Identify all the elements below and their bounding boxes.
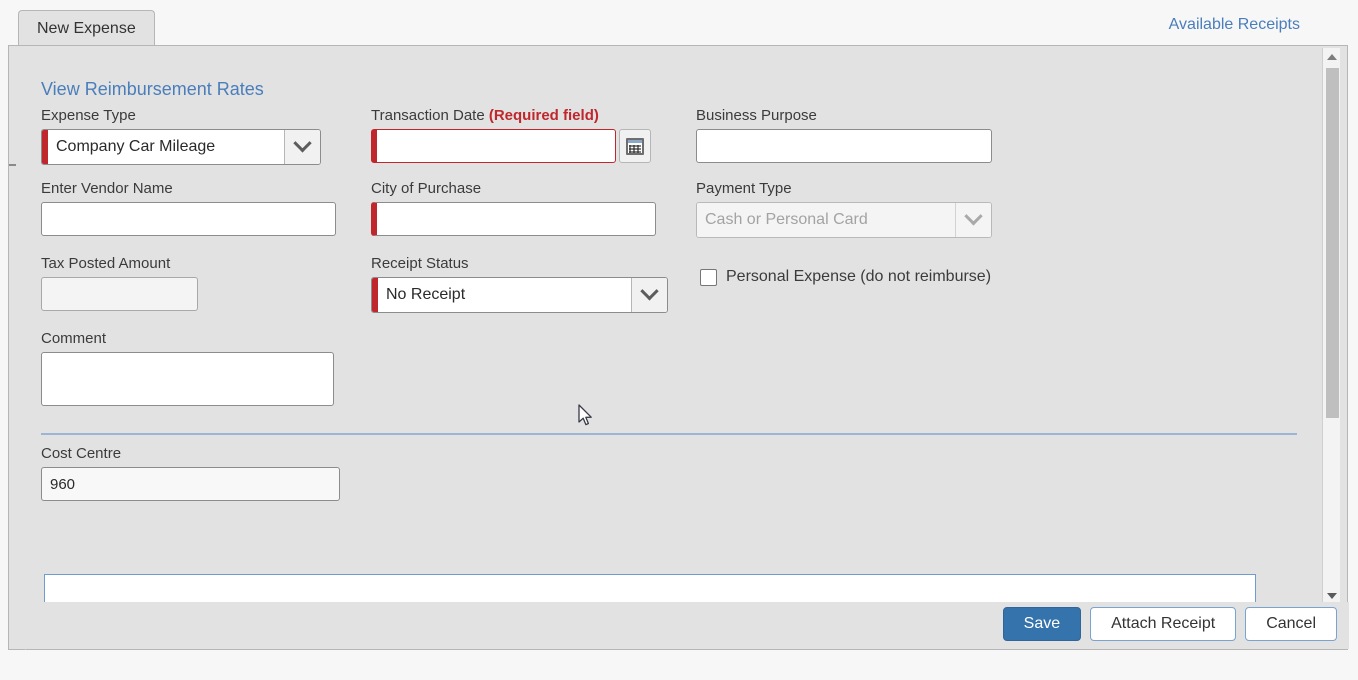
field-expense-type: Expense Type Company Car Mileage bbox=[41, 107, 321, 165]
payment-type-value: Cash or Personal Card bbox=[697, 203, 955, 237]
vehicle-details-section: Vehicle Registration Odometer/Start Read… bbox=[44, 574, 1256, 603]
expense-type-value: Company Car Mileage bbox=[48, 130, 284, 164]
tab-strip: New Expense Available Receipts bbox=[0, 0, 1358, 46]
field-cost-centre: Cost Centre bbox=[41, 445, 351, 501]
business-purpose-label: Business Purpose bbox=[696, 107, 817, 124]
cost-centre-input[interactable] bbox=[41, 467, 340, 501]
chevron-down-icon[interactable] bbox=[631, 278, 667, 312]
expense-type-select[interactable]: Company Car Mileage bbox=[41, 129, 321, 165]
triangle-down-icon bbox=[1327, 592, 1337, 599]
personal-expense-checkbox-row[interactable]: Personal Expense (do not reimburse) bbox=[700, 268, 991, 286]
left-edge-marker bbox=[9, 164, 16, 166]
field-business-purpose: Business Purpose bbox=[696, 107, 996, 163]
field-receipt-status: Receipt Status No Receipt bbox=[371, 255, 671, 313]
tab-new-expense[interactable]: New Expense bbox=[18, 10, 155, 46]
receipt-status-label: Receipt Status bbox=[371, 255, 469, 272]
attach-receipt-button[interactable]: Attach Receipt bbox=[1090, 607, 1237, 641]
section-divider bbox=[41, 433, 1297, 435]
tax-posted-amount-input bbox=[41, 277, 198, 311]
expense-entry-window: New Expense Available Receipts View Reim… bbox=[0, 0, 1358, 680]
scrollbar-thumb[interactable] bbox=[1326, 68, 1339, 418]
scroll-down-button[interactable] bbox=[1323, 587, 1340, 603]
save-button[interactable]: Save bbox=[1002, 607, 1082, 641]
field-payment-type: Payment Type Cash or Personal Card bbox=[696, 180, 996, 238]
cancel-button[interactable]: Cancel bbox=[1245, 607, 1337, 641]
payment-type-label: Payment Type bbox=[696, 180, 792, 197]
chevron-down-icon[interactable] bbox=[284, 130, 320, 164]
personal-expense-checkbox[interactable] bbox=[700, 268, 717, 286]
vendor-name-input[interactable] bbox=[41, 202, 336, 236]
comment-label: Comment bbox=[41, 330, 107, 347]
chevron-down-icon[interactable] bbox=[955, 203, 991, 237]
personal-expense-label: Personal Expense (do not reimburse) bbox=[726, 268, 992, 285]
scroll-up-button[interactable] bbox=[1323, 48, 1340, 65]
comment-textarea[interactable] bbox=[41, 352, 334, 406]
form-vertical-scrollbar[interactable] bbox=[1322, 48, 1340, 603]
calendar-icon[interactable] bbox=[619, 129, 651, 163]
tab-new-expense-label: New Expense bbox=[37, 19, 136, 37]
field-city-of-purchase: City of Purchase bbox=[371, 180, 661, 236]
field-tax-posted-amount: Tax Posted Amount bbox=[41, 255, 241, 311]
available-receipts-link[interactable]: Available Receipts bbox=[1169, 16, 1300, 34]
transaction-date-label: Transaction Date (Required field) bbox=[371, 107, 661, 125]
receipt-status-select[interactable]: No Receipt bbox=[371, 277, 668, 313]
field-comment: Comment bbox=[41, 330, 341, 411]
transaction-date-label-text: Transaction Date bbox=[371, 107, 485, 124]
expense-form: View Reimbursement Rates Expense Type Co… bbox=[18, 47, 1309, 603]
expense-form-panel: View Reimbursement Rates Expense Type Co… bbox=[8, 45, 1349, 650]
payment-type-select[interactable]: Cash or Personal Card bbox=[696, 202, 992, 238]
cost-centre-label: Cost Centre bbox=[41, 445, 122, 462]
vendor-name-label: Enter Vendor Name bbox=[41, 180, 173, 197]
tax-posted-amount-label: Tax Posted Amount bbox=[41, 255, 171, 272]
transaction-date-input[interactable] bbox=[371, 129, 616, 163]
city-of-purchase-label: City of Purchase bbox=[371, 180, 482, 197]
form-scroll-region: View Reimbursement Rates Expense Type Co… bbox=[18, 47, 1340, 603]
transaction-date-required-text: (Required field) bbox=[488, 107, 599, 124]
view-reimbursement-rates-link[interactable]: View Reimbursement Rates bbox=[41, 79, 264, 100]
form-footer: Save Attach Receipt Cancel bbox=[9, 602, 1349, 649]
expense-type-label: Expense Type bbox=[41, 107, 136, 124]
footer-button-row: Save Attach Receipt Cancel bbox=[1002, 607, 1337, 641]
receipt-status-value: No Receipt bbox=[378, 278, 631, 312]
field-transaction-date: Transaction Date (Required field) bbox=[371, 107, 661, 163]
field-vendor-name: Enter Vendor Name bbox=[41, 180, 341, 236]
city-of-purchase-input[interactable] bbox=[371, 202, 656, 236]
business-purpose-input[interactable] bbox=[696, 129, 992, 163]
triangle-up-icon bbox=[1327, 53, 1337, 60]
